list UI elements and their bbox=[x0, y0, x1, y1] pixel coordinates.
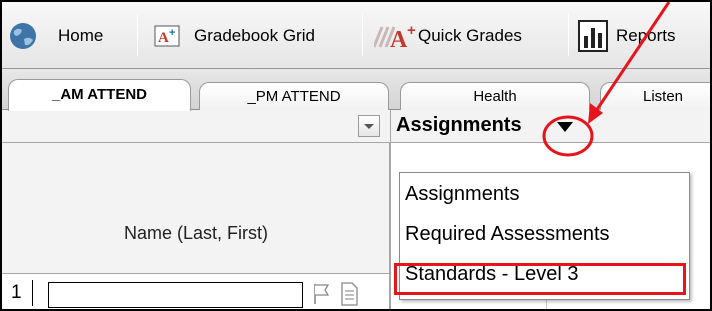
main-toolbar: Home A + Gradebook Grid A + Quick Grades bbox=[2, 2, 710, 69]
svg-text:+: + bbox=[169, 27, 175, 39]
toolbar-separator bbox=[362, 14, 363, 56]
table-row: 1 bbox=[2, 274, 390, 309]
name-column-label: Name (Last, First) bbox=[123, 223, 269, 243]
document-icon[interactable] bbox=[339, 282, 359, 306]
grid-header-row bbox=[2, 110, 710, 143]
toolbar-separator bbox=[568, 14, 569, 56]
tab-am-attend[interactable]: _AM ATTEND bbox=[8, 79, 191, 111]
text-cursor bbox=[32, 280, 33, 306]
dropdown-option-assignments[interactable]: Assignments bbox=[405, 177, 520, 211]
reports-button[interactable]: Reports bbox=[578, 18, 676, 54]
tab-health[interactable]: Health bbox=[400, 82, 590, 111]
column-divider bbox=[390, 110, 391, 309]
caret-down-icon[interactable] bbox=[555, 119, 575, 135]
svg-text:A: A bbox=[390, 27, 408, 51]
chevron-down-icon bbox=[364, 124, 374, 129]
gradebook-grid-label: Gradebook Grid bbox=[194, 26, 315, 45]
name-column-menu-button[interactable] bbox=[358, 115, 380, 137]
gradebook-grid-button[interactable]: A + Gradebook Grid bbox=[154, 18, 315, 54]
reports-label: Reports bbox=[616, 26, 676, 45]
category-tab-bar: _AM ATTEND _PM ATTEND Health Listen bbox=[2, 69, 710, 111]
home-label: Home bbox=[58, 26, 104, 45]
tab-pm-attend[interactable]: _PM ATTEND bbox=[199, 82, 389, 111]
home-globe-icon bbox=[10, 23, 36, 49]
row-number: 1 bbox=[11, 282, 22, 303]
name-column-header[interactable]: Name (Last, First) bbox=[2, 143, 390, 274]
toolbar-separator bbox=[137, 14, 138, 56]
svg-text:+: + bbox=[407, 22, 416, 39]
quick-grades-button[interactable]: A + Quick Grades bbox=[374, 18, 522, 54]
dropdown-option-required-assessments[interactable]: Required Assessments bbox=[405, 217, 610, 251]
student-name-field[interactable] bbox=[48, 282, 303, 308]
flag-icon[interactable] bbox=[312, 282, 332, 306]
quick-grades-label: Quick Grades bbox=[418, 26, 522, 45]
annotation-highlight-box bbox=[394, 263, 686, 295]
svg-text:A: A bbox=[158, 30, 169, 46]
assignments-view-selector[interactable]: Assignments bbox=[396, 114, 522, 137]
quick-grades-icon: A + bbox=[374, 22, 416, 51]
tab-listen[interactable]: Listen bbox=[600, 82, 710, 111]
gradebook-window: Home A + Gradebook Grid A + Quick Grades bbox=[0, 0, 712, 311]
reports-chart-icon bbox=[578, 20, 608, 52]
home-button[interactable]: Home bbox=[8, 18, 103, 54]
gradebook-grid-icon: A + bbox=[154, 25, 180, 47]
